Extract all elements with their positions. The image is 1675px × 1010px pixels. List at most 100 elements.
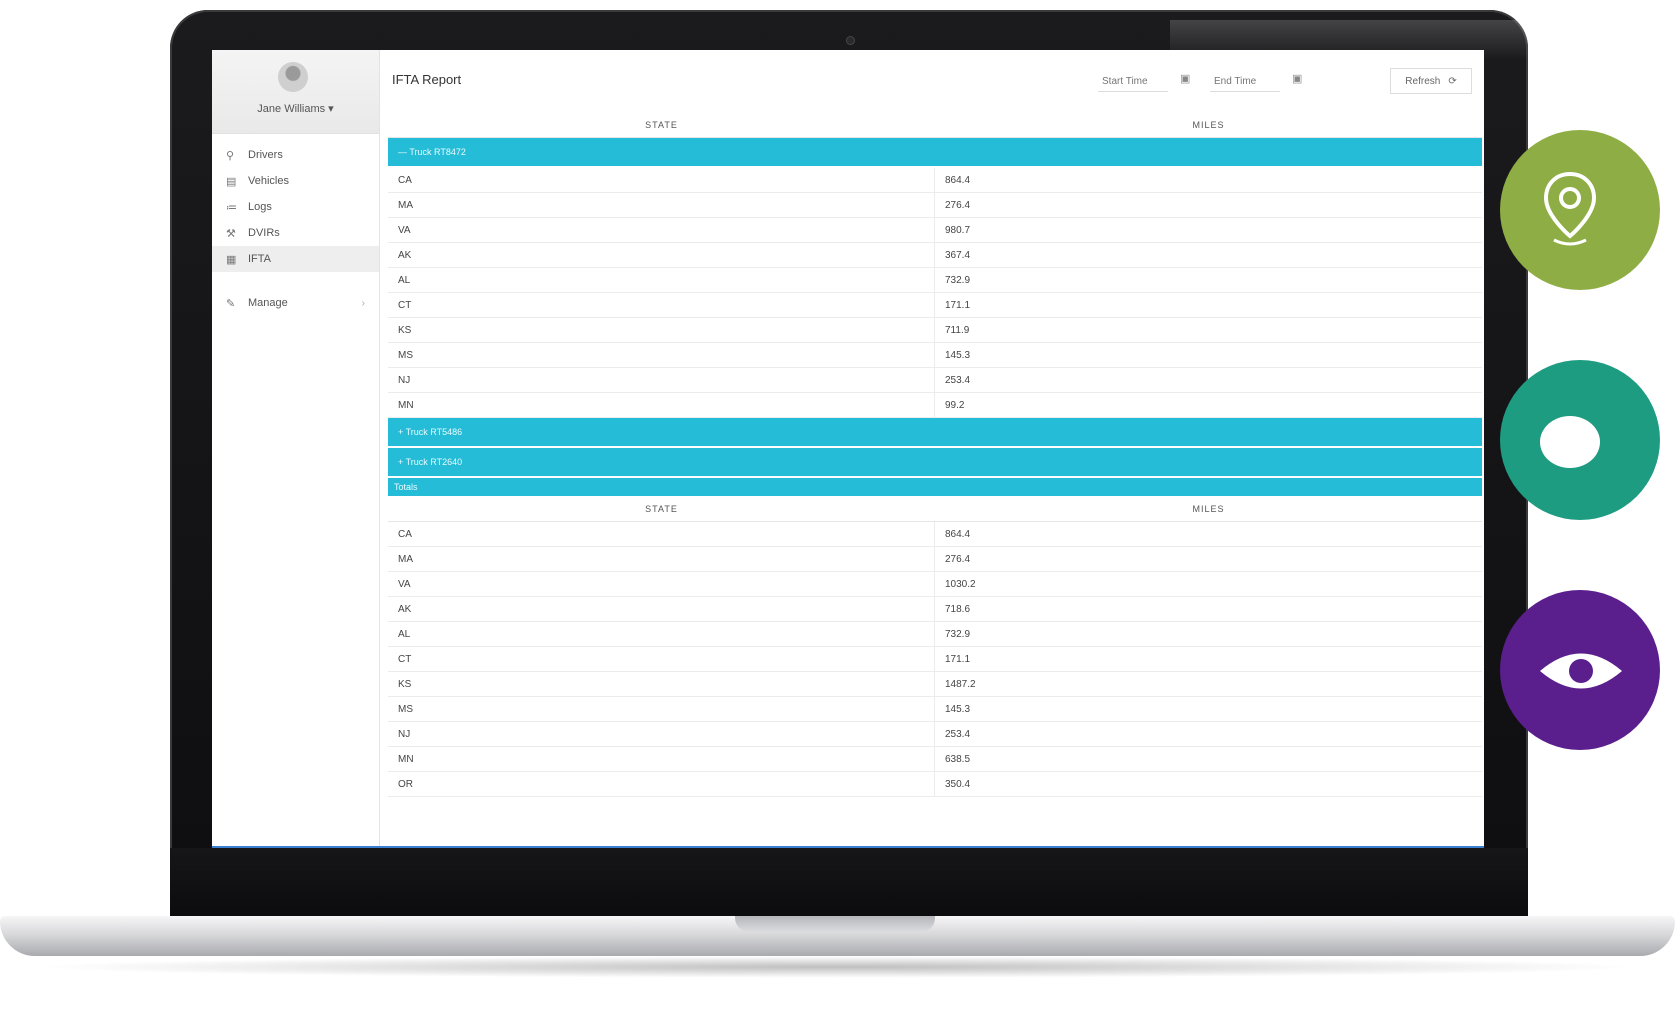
miles-cell: 171.1 [945, 653, 971, 665]
miles-cell: 638.5 [945, 753, 971, 765]
truck-group-toggle[interactable]: + Truck RT2640 [388, 448, 1482, 478]
sidebar-item-label: IFTA [248, 253, 272, 265]
totals-bar: Totals [388, 478, 1482, 496]
table-row: CT 171.1 [388, 293, 1482, 318]
laptop-opening-notch [735, 916, 935, 932]
user-profile[interactable]: Jane Williams ▾ [212, 50, 379, 134]
user-name-dropdown[interactable]: Jane Williams ▾ [212, 102, 379, 115]
sidebar-item-label: Logs [248, 201, 272, 213]
miles-cell: 864.4 [945, 174, 971, 186]
refresh-button[interactable]: Refresh ⟳ [1390, 68, 1472, 94]
state-cell: NJ [388, 368, 935, 392]
table-row: KS 1487.2 [388, 672, 1482, 697]
chat-bubble-icon [1540, 416, 1600, 468]
table-row: VA 1030.2 [388, 572, 1482, 597]
table-row: MA 276.4 [388, 193, 1482, 218]
avatar[interactable] [278, 62, 308, 92]
miles-cell: 276.4 [945, 553, 971, 565]
table-row: AL 732.9 [388, 622, 1482, 647]
page-title: IFTA Report [392, 72, 462, 87]
state-cell: VA [388, 218, 935, 242]
pencil-icon: ✎ [226, 297, 236, 310]
table-row: MA 276.4 [388, 547, 1482, 572]
start-time-input[interactable] [1098, 72, 1168, 92]
state-cell: AK [388, 243, 935, 267]
miles-cell: 350.4 [945, 778, 971, 790]
laptop-shadow [30, 956, 1645, 978]
table-row: AK 367.4 [388, 243, 1482, 268]
miles-cell: 980.7 [945, 224, 971, 236]
table-row: OR 350.4 [388, 772, 1482, 797]
chevron-right-icon: › [361, 297, 365, 309]
table-row: CT 171.1 [388, 647, 1482, 672]
table-row: NJ 253.4 [388, 722, 1482, 747]
sidebar-item-ifta[interactable]: ▦ IFTA [212, 246, 379, 272]
sidebar-item-label: Drivers [248, 149, 283, 161]
state-cell: CA [388, 522, 935, 546]
table-row: MN 638.5 [388, 747, 1482, 772]
sidebar: Jane Williams ▾ ⚲ Drivers ▤ Vehicles ≔ Logs ⚒ D… [212, 50, 380, 848]
top-toolbar: IFTA Report ▣ ▣ Refresh ⟳ [380, 50, 1484, 108]
state-cell: AL [388, 622, 935, 646]
truck-group-toggle[interactable]: — Truck RT8472 [388, 138, 1482, 168]
sidebar-item-manage[interactable]: ✎ Manage › [212, 290, 379, 316]
state-cell: KS [388, 672, 935, 696]
state-cell: AL [388, 268, 935, 292]
eye-icon [1540, 653, 1622, 689]
state-cell: MS [388, 697, 935, 721]
sidebar-item-dvirs[interactable]: ⚒ DVIRs [212, 220, 379, 246]
sidebar-item-label: DVIRs [248, 227, 280, 239]
miles-column-header[interactable]: MILES [935, 504, 1482, 514]
miles-cell: 718.6 [945, 603, 971, 615]
state-column-header[interactable]: STATE [388, 120, 935, 130]
ifta-report-table: STATE MILES — Truck RT8472 CA 864.4 MA 276.4 VA… [388, 112, 1482, 797]
miles-cell: 99.2 [945, 399, 965, 411]
state-cell: OR [388, 772, 935, 796]
miles-column-header[interactable]: MILES [935, 120, 1482, 130]
table-row: MS 145.3 [388, 697, 1482, 722]
miles-cell: 711.9 [945, 324, 970, 336]
state-cell: VA [388, 572, 935, 596]
main-content: IFTA Report ▣ ▣ Refresh ⟳ STATEMILES— Tr… [380, 50, 1484, 848]
state-cell: MA [388, 547, 935, 571]
table-row: AK 718.6 [388, 597, 1482, 622]
table-row: CA 864.4 [388, 168, 1482, 193]
state-cell: MS [388, 343, 935, 367]
sidebar-item-drivers[interactable]: ⚲ Drivers [212, 142, 379, 168]
table-row: NJ 253.4 [388, 368, 1482, 393]
truck-group-toggle[interactable]: + Truck RT5486 [388, 418, 1482, 448]
table-header: STATE MILES [388, 496, 1482, 522]
laptop-screen: Jane Williams ▾ ⚲ Drivers ▤ Vehicles ≔ Logs ⚒ D… [212, 50, 1484, 848]
table-row: MS 145.3 [388, 343, 1482, 368]
sidebar-item-label: Manage [248, 297, 288, 309]
miles-cell: 276.4 [945, 199, 971, 211]
state-column-header[interactable]: STATE [388, 504, 935, 514]
table-row: MN 99.2 [388, 393, 1482, 418]
end-time-input[interactable] [1210, 72, 1280, 92]
state-cell: MN [388, 747, 935, 771]
calendar-icon[interactable]: ▣ [1292, 72, 1302, 85]
person-icon: ⚲ [226, 149, 235, 162]
logs-icon: ≔ [226, 201, 237, 214]
miles-cell: 732.9 [945, 628, 971, 640]
table-row: VA 980.7 [388, 218, 1482, 243]
laptop-bottom-bezel [170, 848, 1528, 916]
map-pin-icon [1543, 171, 1597, 246]
sidebar-item-vehicles[interactable]: ▤ Vehicles [212, 168, 379, 194]
refresh-icon: ⟳ [1448, 75, 1457, 87]
location-feature-badge [1500, 130, 1660, 290]
state-cell: CT [388, 647, 935, 671]
messaging-feature-badge [1500, 360, 1660, 520]
state-cell: KS [388, 318, 935, 342]
sidebar-item-logs[interactable]: ≔ Logs [212, 194, 379, 220]
miles-cell: 171.1 [945, 299, 971, 311]
table-row: KS 711.9 [388, 318, 1482, 343]
miles-cell: 864.4 [945, 528, 971, 540]
state-cell: MA [388, 193, 935, 217]
miles-cell: 145.3 [945, 349, 971, 361]
calendar-icon[interactable]: ▣ [1180, 72, 1190, 85]
miles-cell: 253.4 [945, 728, 971, 740]
visibility-feature-badge [1500, 590, 1660, 750]
miles-cell: 367.4 [945, 249, 971, 261]
